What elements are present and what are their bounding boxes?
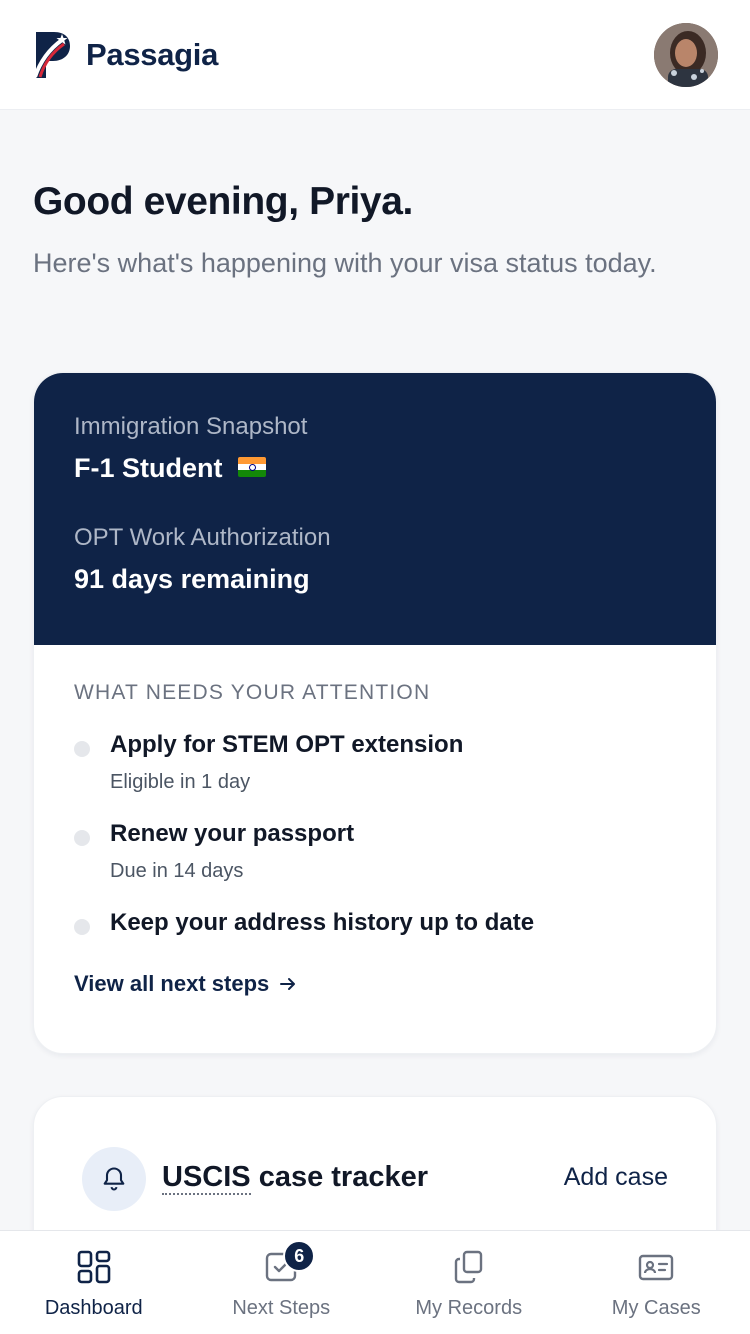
nav-label: My Cases bbox=[611, 1297, 701, 1319]
attention-item-subtitle: Eligible in 1 day bbox=[110, 771, 251, 793]
app-header: Passagia bbox=[0, 0, 750, 110]
nav-my-cases[interactable]: My Cases bbox=[563, 1231, 750, 1334]
bullet-dot-icon bbox=[74, 741, 90, 757]
bell-icon bbox=[103, 1167, 125, 1191]
immigration-snapshot: Immigration Snapshot F-1 Student OPT Wor… bbox=[34, 373, 716, 645]
attention-item-subtitle: Due in 14 days bbox=[110, 860, 244, 882]
bullet-dot-icon bbox=[74, 919, 90, 935]
attention-item-title: Keep your address history up to date bbox=[110, 909, 535, 936]
nav-dashboard[interactable]: Dashboard bbox=[0, 1231, 188, 1334]
arrow-right-icon bbox=[280, 978, 296, 990]
nav-label: Next Steps bbox=[232, 1297, 331, 1319]
nav-label: Dashboard bbox=[44, 1297, 143, 1319]
nav-next-steps[interactable]: 6 Next Steps bbox=[188, 1231, 376, 1334]
passagia-logo-icon[interactable] bbox=[32, 30, 70, 80]
india-flag-icon bbox=[238, 456, 267, 477]
nav-label: My Records bbox=[415, 1297, 523, 1319]
greeting-subtitle: Here's what's happening with your visa s… bbox=[33, 248, 657, 278]
attention-item[interactable]: Apply for STEM OPT extension Eligible in… bbox=[74, 731, 676, 794]
user-avatar[interactable] bbox=[654, 23, 718, 87]
bell-icon-container bbox=[82, 1147, 146, 1211]
id-card-icon bbox=[639, 1254, 674, 1281]
view-all-label: View all next steps bbox=[74, 971, 270, 996]
bottom-navigation: Dashboard 6 Next Steps My Records My Cas… bbox=[0, 1230, 750, 1334]
copy-icon bbox=[454, 1250, 482, 1284]
uscis-abbreviation[interactable]: USCIS bbox=[162, 1161, 251, 1195]
next-steps-count-badge: 6 bbox=[283, 1240, 316, 1272]
greeting-title: Good evening, Priya. bbox=[33, 180, 413, 223]
bullet-dot-icon bbox=[74, 830, 90, 846]
avatar-image bbox=[654, 23, 718, 87]
attention-item[interactable]: Keep your address history up to date bbox=[74, 909, 676, 937]
app-name: Passagia bbox=[86, 36, 219, 72]
nav-my-records[interactable]: My Records bbox=[375, 1231, 563, 1334]
view-all-next-steps-link[interactable]: View all next steps bbox=[74, 971, 297, 997]
opt-days-remaining: 91 days remaining bbox=[74, 564, 310, 594]
grid-icon bbox=[77, 1250, 111, 1284]
attention-section: WHAT NEEDS YOUR ATTENTION Apply for STEM… bbox=[34, 645, 716, 997]
snapshot-label: Immigration Snapshot bbox=[74, 413, 308, 440]
attention-title: WHAT NEEDS YOUR ATTENTION bbox=[74, 681, 431, 704]
tracker-title: USCIS case tracker bbox=[162, 1161, 429, 1195]
visa-status: F-1 Student bbox=[74, 453, 676, 484]
attention-item[interactable]: Renew your passport Due in 14 days bbox=[74, 820, 676, 883]
attention-item-title: Renew your passport bbox=[110, 820, 355, 847]
visa-status-text: F-1 Student bbox=[74, 453, 223, 483]
add-case-button[interactable]: Add case bbox=[564, 1163, 668, 1192]
snapshot-card: Immigration Snapshot F-1 Student OPT Wor… bbox=[33, 372, 717, 1054]
opt-label: OPT Work Authorization bbox=[74, 524, 331, 551]
attention-item-title: Apply for STEM OPT extension bbox=[110, 731, 464, 758]
tracker-title-rest: case tracker bbox=[250, 1161, 429, 1193]
